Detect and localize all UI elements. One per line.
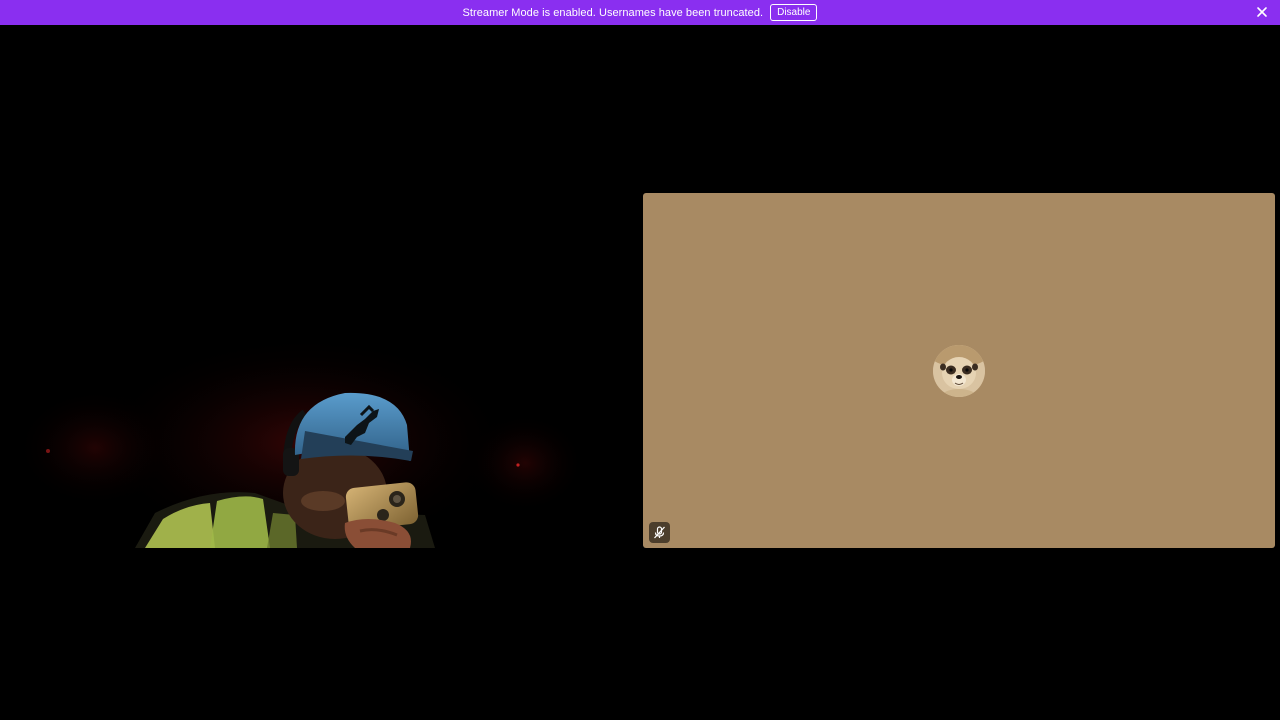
streamer-mode-notice: Streamer Mode is enabled. Usernames have… xyxy=(0,0,1280,25)
video-stage xyxy=(0,25,1280,720)
notice-text: Streamer Mode is enabled. Usernames have… xyxy=(462,6,764,19)
mic-muted-icon xyxy=(649,522,670,543)
call-window: Streamer Mode is enabled. Usernames have… xyxy=(0,0,1280,720)
close-icon[interactable] xyxy=(1254,4,1270,20)
disable-streamer-mode-button[interactable]: Disable xyxy=(770,4,818,21)
meerkat-avatar xyxy=(933,345,985,397)
participant-tile[interactable] xyxy=(643,193,1275,548)
webcam-video-frame xyxy=(5,193,635,548)
webcam-video-tile[interactable] xyxy=(5,193,635,548)
